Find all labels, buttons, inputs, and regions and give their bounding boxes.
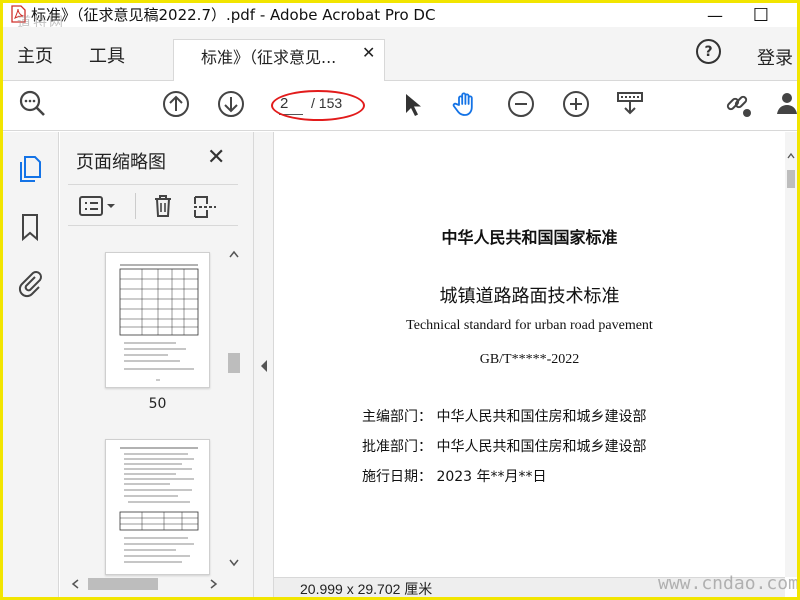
fit-page-icon[interactable] <box>615 89 645 119</box>
help-icon[interactable]: ? <box>696 39 721 64</box>
thumbnail-page-number: 50 <box>148 396 167 412</box>
document-line: 施行日期： 2023 年**月**日 <box>362 469 547 485</box>
zoom-out-icon[interactable] <box>506 89 536 119</box>
document-code: GB/T*****-2022 <box>479 352 580 367</box>
hand-tool-icon[interactable] <box>451 89 481 119</box>
toolbar: / 153 <box>3 81 797 131</box>
thumbnail-page-preview <box>119 447 199 563</box>
document-tab-label: 标准》（征求意见... <box>201 48 337 67</box>
select-cursor-icon[interactable] <box>397 89 427 119</box>
home-menu[interactable]: 主页 <box>17 42 53 68</box>
search-icon[interactable] <box>17 89 47 119</box>
delete-icon[interactable] <box>150 193 176 219</box>
document-view[interactable]: 中华人民共和国国家标准 城镇道路路面技术标准 Technical standar… <box>274 132 785 577</box>
navigation-rail <box>3 132 59 597</box>
page-size-readout: 20.999 x 29.702 厘米 <box>300 581 433 597</box>
thumbnail-page-preview <box>119 264 199 381</box>
panel-title: 页面缩略图 <box>76 152 166 173</box>
page-thumbnail[interactable] <box>105 252 210 388</box>
attachment-icon[interactable] <box>15 268 45 298</box>
toolbar-divider <box>135 193 136 219</box>
document-title-cn: 城镇道路路面技术标准 <box>439 286 620 307</box>
watermark-url: www.cndao.com <box>658 573 799 594</box>
document-title-en: Technical standard for urban road paveme… <box>406 318 653 333</box>
page-thumbnails-icon[interactable] <box>15 154 45 184</box>
share-link-icon[interactable] <box>723 89 753 119</box>
menu-bar: 主页 工具 标准》（征求意见... ✕ ? 登录 <box>3 27 797 81</box>
app-window: 标准》（征求意见稿2022.7）.pdf - Adobe Acrobat Pro… <box>0 0 800 600</box>
panel-collapse-handle[interactable] <box>253 132 274 597</box>
thumbnails-horizontal-scrollbar[interactable] <box>68 574 224 594</box>
document-line: 批准部门： 中华人民共和国住房和城乡建设部 <box>362 439 647 455</box>
maximize-button[interactable]: ☐ <box>739 3 783 27</box>
thumbnails-panel: 页面缩略图 ✕ 50 <box>60 132 253 597</box>
zoom-in-icon[interactable] <box>561 89 591 119</box>
document-line: 主编部门： 中华人民共和国住房和城乡建设部 <box>362 409 647 425</box>
thumbnail-toolbar <box>68 184 238 226</box>
page-up-icon[interactable] <box>161 89 191 119</box>
account-icon[interactable] <box>773 89 797 119</box>
title-bar: 标准》（征求意见稿2022.7）.pdf - Adobe Acrobat Pro… <box>3 3 797 31</box>
document-tab[interactable]: 标准》（征求意见... ✕ <box>173 39 385 81</box>
document-vertical-scrollbar[interactable] <box>785 132 797 577</box>
tools-menu[interactable]: 工具 <box>89 42 125 68</box>
collapse-arrow-icon <box>261 360 267 372</box>
panel-close-icon[interactable]: ✕ <box>207 145 225 170</box>
thumbnails-vertical-scrollbar[interactable] <box>224 247 244 572</box>
close-tab-icon[interactable]: ✕ <box>362 43 375 62</box>
insert-page-icon[interactable] <box>192 193 218 219</box>
page-thumbnail[interactable] <box>105 439 210 575</box>
minimize-button[interactable]: — <box>693 3 737 27</box>
document-heading: 中华人民共和国国家标准 <box>441 228 618 247</box>
window-title: 标准》（征求意见稿2022.7）.pdf - Adobe Acrobat Pro… <box>31 6 436 24</box>
red-annotation-circle <box>271 90 365 121</box>
bookmark-icon[interactable] <box>15 212 45 242</box>
thumbnail-options-icon[interactable] <box>78 193 120 219</box>
page-down-icon[interactable] <box>216 89 246 119</box>
login-button[interactable]: 登录 <box>757 44 793 70</box>
